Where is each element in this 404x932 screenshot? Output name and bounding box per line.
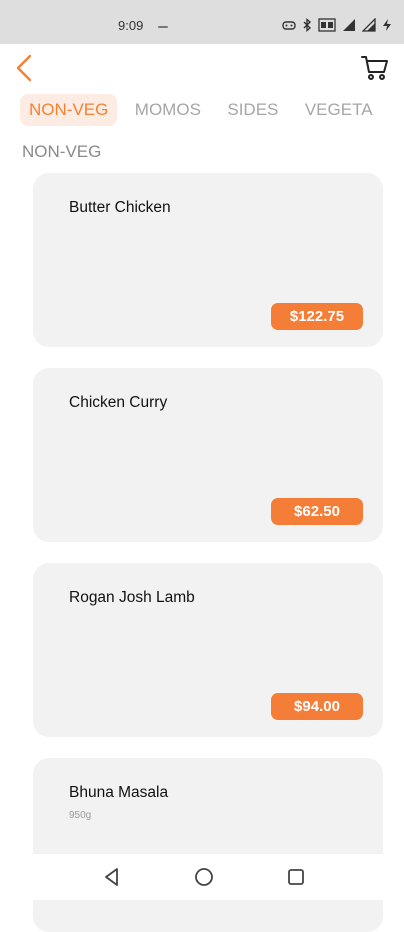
triangle-back-icon <box>105 868 118 886</box>
signal-icon <box>343 19 355 31</box>
cart-icon <box>361 56 388 80</box>
status-icons <box>282 18 392 32</box>
status-time: 9:09 <box>118 18 144 33</box>
item-name: Chicken Curry <box>69 394 168 411</box>
menu-item-card[interactable]: Bhuna Masala 950g <box>33 758 383 932</box>
category-tabs: NON-VEG MOMOS SIDES VEGETA <box>20 94 404 130</box>
price-badge[interactable]: $62.50 <box>271 498 363 525</box>
circle-home-icon <box>195 868 213 886</box>
bluetooth-icon <box>303 18 312 32</box>
price-badge[interactable]: $94.00 <box>271 693 363 720</box>
menu-item-card[interactable]: Butter Chicken $122.75 <box>33 173 383 347</box>
signal-icon <box>362 18 376 32</box>
tab-sides[interactable]: SIDES <box>218 94 287 126</box>
section-title: NON-VEG <box>22 142 102 161</box>
tab-vegetarian[interactable]: VEGETA <box>296 94 382 126</box>
chevron-left-icon <box>16 54 32 82</box>
status-bar: 9:09 <box>0 0 404 44</box>
cart-button[interactable] <box>360 52 390 82</box>
volte-icon <box>318 18 336 32</box>
game-controller-icon <box>282 21 296 30</box>
status-dot <box>158 26 168 28</box>
back-button[interactable] <box>12 52 40 84</box>
price-badge[interactable]: $122.75 <box>271 303 363 330</box>
charging-icon <box>383 19 391 31</box>
nav-home-button[interactable] <box>193 866 215 888</box>
tab-momos[interactable]: MOMOS <box>126 94 210 126</box>
square-recents-icon <box>288 869 304 885</box>
menu-item-card[interactable]: Chicken Curry $62.50 <box>33 368 383 542</box>
item-name: Bhuna Masala <box>69 784 169 801</box>
menu-item-card[interactable]: Rogan Josh Lamb $94.00 <box>33 563 383 737</box>
item-name: Butter Chicken <box>69 199 171 216</box>
nav-back-button[interactable] <box>101 866 123 888</box>
item-name: Rogan Josh Lamb <box>69 589 195 606</box>
system-nav-bar <box>0 854 404 900</box>
tab-non-veg[interactable]: NON-VEG <box>20 94 118 126</box>
nav-recents-button[interactable] <box>285 866 307 888</box>
item-description: 950g <box>69 810 92 821</box>
